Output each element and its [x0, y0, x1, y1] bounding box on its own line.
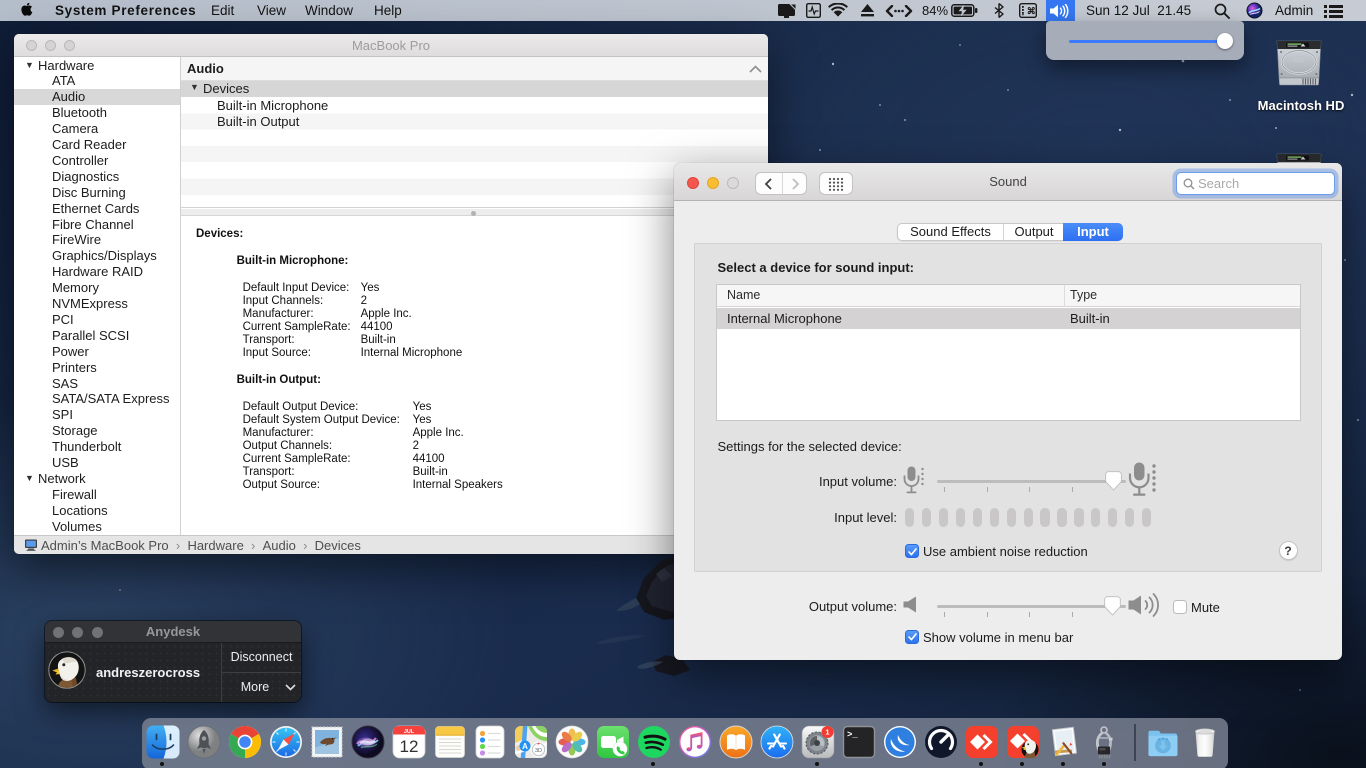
svg-text:3D: 3D [535, 748, 542, 754]
svg-text:▮▮: ▮▮ [1109, 737, 1113, 741]
svg-text:JUL: JUL [404, 729, 415, 735]
svg-text:1: 1 [825, 728, 829, 737]
svg-text:⌘: ⌘ [1027, 6, 1036, 16]
svg-text:12: 12 [399, 737, 418, 756]
svg-text:>_: >_ [847, 730, 858, 740]
svg-text:A: A [523, 742, 529, 751]
